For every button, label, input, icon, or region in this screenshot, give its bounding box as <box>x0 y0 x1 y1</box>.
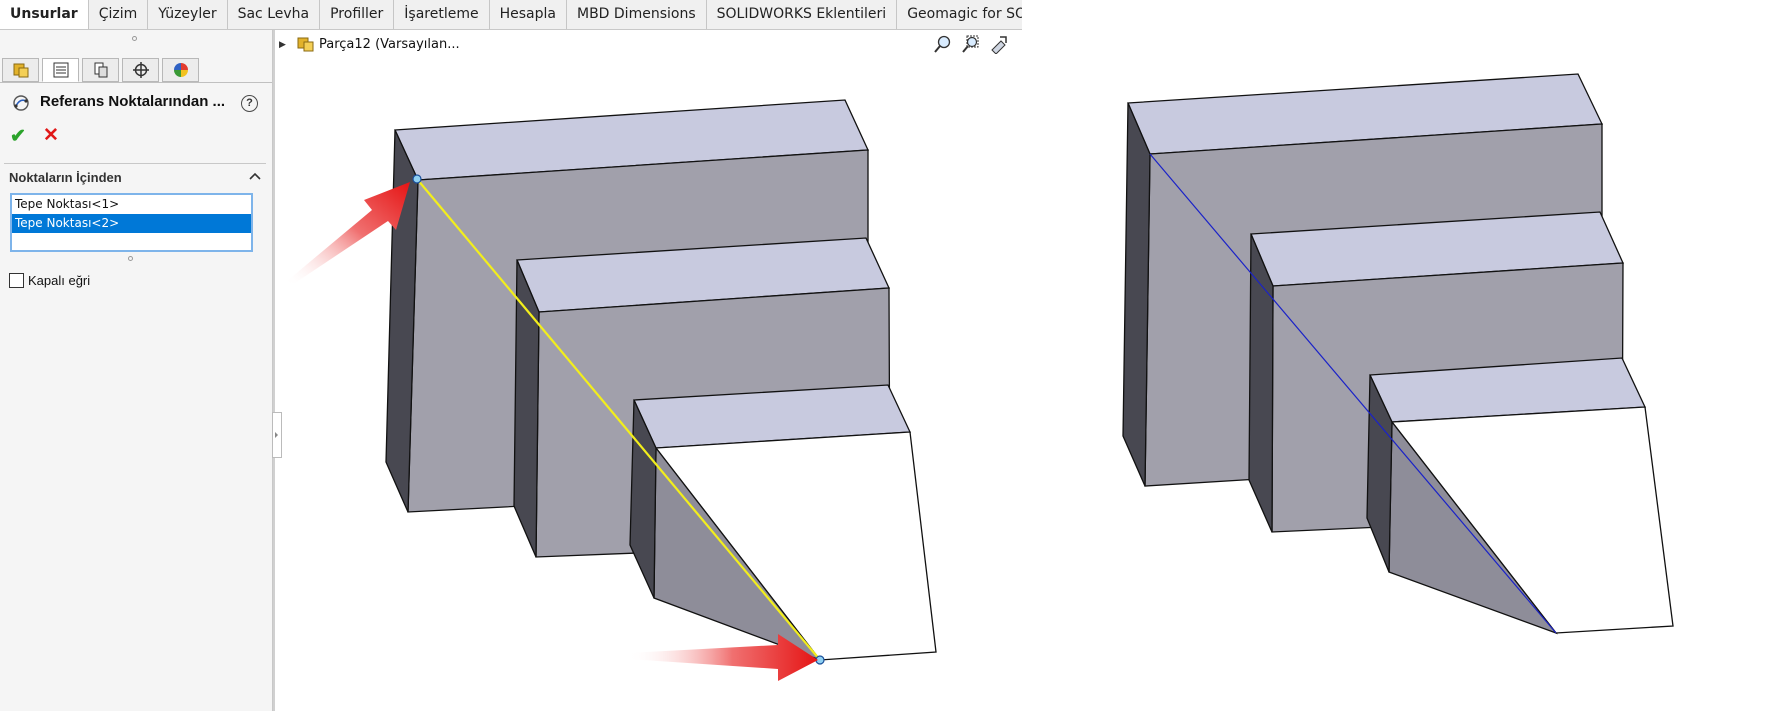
closed-curve-label: Kapalı eğri <box>28 273 91 288</box>
curve-through-points-icon <box>12 94 30 115</box>
block-middle-side <box>513 259 540 558</box>
tab-geomagic[interactable]: Geomagic for SOLIDWORKS <box>897 0 1022 29</box>
page-title: Referans Noktalarından ... <box>40 93 226 110</box>
result-block-large-side <box>1122 102 1151 487</box>
tab-unsurlar[interactable]: Unsurlar <box>0 0 89 29</box>
property-manager-tab[interactable] <box>42 58 79 82</box>
model-preview[interactable] <box>385 99 937 665</box>
tab-cizim[interactable]: Çizim <box>89 0 149 29</box>
feature-manager-tab[interactable] <box>2 58 39 82</box>
command-manager-tabs: Unsurlar Çizim Yüzeyler Sac Levha Profil… <box>0 0 1022 30</box>
tab-sac-levha[interactable]: Sac Levha <box>228 0 321 29</box>
dimxpert-icon <box>132 62 149 78</box>
tab-mbd-dimensions[interactable]: MBD Dimensions <box>567 0 707 29</box>
tab-profiller[interactable]: Profiller <box>320 0 395 29</box>
list-resize-grip[interactable] <box>128 256 133 261</box>
tab-yuzeyler[interactable]: Yüzeyler <box>148 0 228 29</box>
dimxpert-tab[interactable] <box>122 58 159 82</box>
closed-curve-checkbox[interactable] <box>9 273 24 288</box>
cancel-button[interactable]: ✕ <box>43 124 59 147</box>
tab-isaretleme[interactable]: İşaretleme <box>394 0 490 29</box>
configuration-manager-tab[interactable] <box>82 58 119 82</box>
display-manager-tab[interactable] <box>162 58 199 82</box>
point-selection-list[interactable]: Tepe Noktası<1> Tepe Noktası<2> <box>10 193 253 252</box>
display-manager-icon <box>173 63 188 77</box>
feature-manager-icon <box>13 63 28 78</box>
list-item[interactable]: Tepe Noktası<1> <box>12 195 251 214</box>
tab-solidworks-eklentileri[interactable]: SOLIDWORKS Eklentileri <box>707 0 898 29</box>
panel-tab-divider <box>0 82 272 83</box>
tab-hesapla[interactable]: Hesapla <box>490 0 567 29</box>
ok-button[interactable]: ✔ <box>10 125 26 148</box>
chevron-up-icon[interactable] <box>249 169 261 184</box>
result-block-middle-side <box>1248 233 1274 533</box>
model-result[interactable] <box>1122 73 1674 635</box>
section-title-points: Noktaların İçinden <box>9 170 122 185</box>
help-icon[interactable]: ? <box>241 95 258 112</box>
configuration-manager-icon <box>94 62 107 78</box>
graphics-area[interactable] <box>275 30 1781 711</box>
vertex-point-1[interactable] <box>412 174 422 184</box>
property-manager-icon <box>53 62 68 78</box>
list-item-selected[interactable]: Tepe Noktası<2> <box>12 214 251 233</box>
panel-resize-grip[interactable] <box>132 36 137 41</box>
panel-tabs <box>2 58 202 82</box>
property-manager-panel: Referans Noktalarından ... ? ✔ ✕ Noktala… <box>0 30 273 711</box>
section-divider <box>4 163 266 164</box>
